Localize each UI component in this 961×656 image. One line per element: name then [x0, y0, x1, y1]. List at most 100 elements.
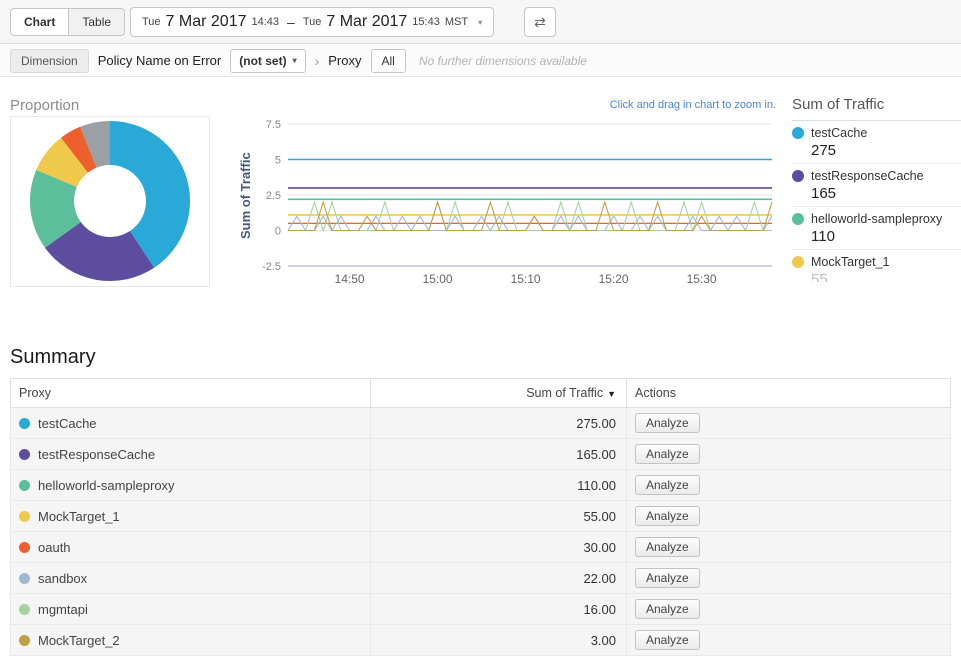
- proportion-label: Proportion: [10, 97, 79, 114]
- table-row: oauth30.00 Analyze: [11, 532, 951, 563]
- x-tick-label: 15:00: [423, 272, 453, 286]
- proxy-name: mgmtapi: [38, 602, 88, 617]
- column-header-label: Sum of Traffic: [526, 386, 603, 400]
- y-tick-label: 0: [275, 226, 281, 238]
- analyze-button[interactable]: Analyze: [635, 568, 700, 588]
- actions-cell: Analyze: [627, 439, 951, 470]
- tab-chart[interactable]: Chart: [10, 8, 68, 36]
- proxy-name: MockTarget_1: [38, 509, 120, 524]
- legend-item[interactable]: helloworld-sampleproxy 110: [792, 207, 961, 250]
- proxy-color-dot: [19, 604, 30, 615]
- analyze-button[interactable]: Analyze: [635, 413, 700, 433]
- legend-item-row: MockTarget_1: [792, 255, 961, 269]
- chevron-down-icon: ▾: [478, 18, 482, 27]
- proxy-color-dot: [19, 449, 30, 460]
- dimension-bar: Dimension Policy Name on Error (not set)…: [0, 45, 961, 77]
- legend-title: Sum of Traffic: [792, 96, 961, 121]
- column-header-sum-of-traffic[interactable]: Sum of Traffic ▼: [371, 379, 627, 408]
- y-tick-label: 7.5: [266, 119, 281, 131]
- proxy-name: testCache: [38, 416, 97, 431]
- donut-chart[interactable]: [11, 117, 209, 286]
- legend-color-dot: [792, 256, 804, 268]
- x-tick-label: 15:30: [687, 272, 717, 286]
- refresh-button[interactable]: ⇄: [524, 7, 556, 37]
- traffic-value-cell: 275.00: [371, 408, 627, 439]
- proxy-color-dot: [19, 635, 30, 646]
- traffic-value-cell: 3.00: [371, 625, 627, 656]
- refresh-icon: ⇄: [534, 14, 546, 31]
- analyze-button[interactable]: Analyze: [635, 630, 700, 650]
- tab-table[interactable]: Table: [68, 8, 125, 36]
- proxy-color-dot: [19, 542, 30, 553]
- legend-series-name: helloworld-sampleproxy: [811, 212, 942, 226]
- legend-item[interactable]: testCache 275: [792, 121, 961, 164]
- actions-cell: Analyze: [627, 408, 951, 439]
- traffic-line-chart[interactable]: 7.552.50-2.514:5015:0015:1015:2015:30: [252, 114, 792, 296]
- proxy-name: MockTarget_2: [38, 633, 120, 648]
- analyze-button[interactable]: Analyze: [635, 537, 700, 557]
- no-dimensions-note: No further dimensions available: [419, 54, 587, 68]
- timezone: MST: [445, 16, 468, 28]
- analyze-button[interactable]: Analyze: [635, 444, 700, 464]
- legend-item[interactable]: MockTarget_155: [792, 250, 961, 282]
- x-tick-label: 14:50: [335, 272, 365, 286]
- dimension-selected-value: (not set): [239, 54, 286, 68]
- actions-cell: Analyze: [627, 594, 951, 625]
- actions-cell: Analyze: [627, 501, 951, 532]
- analyze-button[interactable]: Analyze: [635, 475, 700, 495]
- legend-series-name: testCache: [811, 126, 867, 140]
- actions-cell: Analyze: [627, 563, 951, 594]
- start-day: Tue: [142, 16, 161, 28]
- legend-series-value: 110: [811, 228, 961, 245]
- proxy-color-dot: [19, 480, 30, 491]
- table-header-row: Proxy Sum of Traffic ▼ Actions: [11, 379, 951, 408]
- traffic-value-cell: 110.00: [371, 470, 627, 501]
- chevron-right-icon: ›: [315, 53, 320, 69]
- table-row: MockTarget_2 3.00 Analyze: [11, 625, 951, 656]
- end-date: 7 Mar 2017: [326, 13, 407, 31]
- proxy-color-dot: [19, 573, 30, 584]
- chart-table-toggle: Chart Table: [10, 8, 125, 36]
- proxy-cell: oauth: [11, 532, 371, 563]
- y-tick-label: 5: [275, 155, 281, 167]
- legend-item-row: helloworld-sampleproxy: [792, 212, 961, 226]
- legend-series-value: 275: [811, 142, 961, 159]
- proxy-filter-button[interactable]: All: [371, 49, 406, 73]
- legend-items: testCache275testResponseCache165hellowor…: [792, 121, 961, 282]
- start-date: 7 Mar 2017: [166, 13, 247, 31]
- legend-series-name: MockTarget_1: [811, 255, 890, 269]
- proxy-cell: MockTarget_2: [11, 625, 371, 656]
- analyze-button[interactable]: Analyze: [635, 506, 700, 526]
- proportion-chart-panel: [10, 116, 210, 287]
- zoom-hint: Click and drag in chart to zoom in.: [590, 99, 776, 111]
- legend: Sum of Traffic testCache 275 testResponseC…: [792, 96, 961, 282]
- table-row: helloworld-sampleproxy 110.00 Analyze: [11, 470, 951, 501]
- legend-color-dot: [792, 127, 804, 139]
- legend-series-name: testResponseCache: [811, 169, 924, 183]
- table-row: sandbox22.00Analyze: [11, 563, 951, 594]
- dimension-chip: Dimension: [10, 49, 89, 73]
- end-time: 15:43: [412, 16, 440, 28]
- chevron-down-icon: ▾: [293, 56, 297, 65]
- analyze-button[interactable]: Analyze: [635, 599, 700, 619]
- table-row: mgmtapi16.00Analyze: [11, 594, 951, 625]
- legend-item[interactable]: testResponseCache165: [792, 164, 961, 207]
- actions-cell: Analyze: [627, 625, 951, 656]
- sort-desc-icon: ▼: [607, 389, 616, 399]
- x-tick-label: 15:20: [599, 272, 629, 286]
- traffic-value-cell: 30.00: [371, 532, 627, 563]
- column-header-actions: Actions: [627, 379, 951, 408]
- summary-table: Proxy Sum of Traffic ▼ Actions testCache 2…: [10, 378, 951, 656]
- start-time: 14:43: [251, 16, 279, 28]
- column-header-proxy[interactable]: Proxy: [11, 379, 371, 408]
- proxy-cell: mgmtapi: [11, 594, 371, 625]
- table-row: testResponseCache165.00Analyze: [11, 439, 951, 470]
- actions-cell: Analyze: [627, 532, 951, 563]
- date-range-picker[interactable]: Tue 7 Mar 2017 14:43 – Tue 7 Mar 2017 15…: [130, 7, 494, 37]
- proxy-name: helloworld-sampleproxy: [38, 478, 175, 493]
- summary-title: Summary: [10, 346, 96, 369]
- dimension-value-dropdown[interactable]: (not set) ▾: [230, 49, 305, 73]
- x-tick-label: 15:10: [511, 272, 541, 286]
- traffic-value-cell: 22.00: [371, 563, 627, 594]
- proxy-cell: MockTarget_1: [11, 501, 371, 532]
